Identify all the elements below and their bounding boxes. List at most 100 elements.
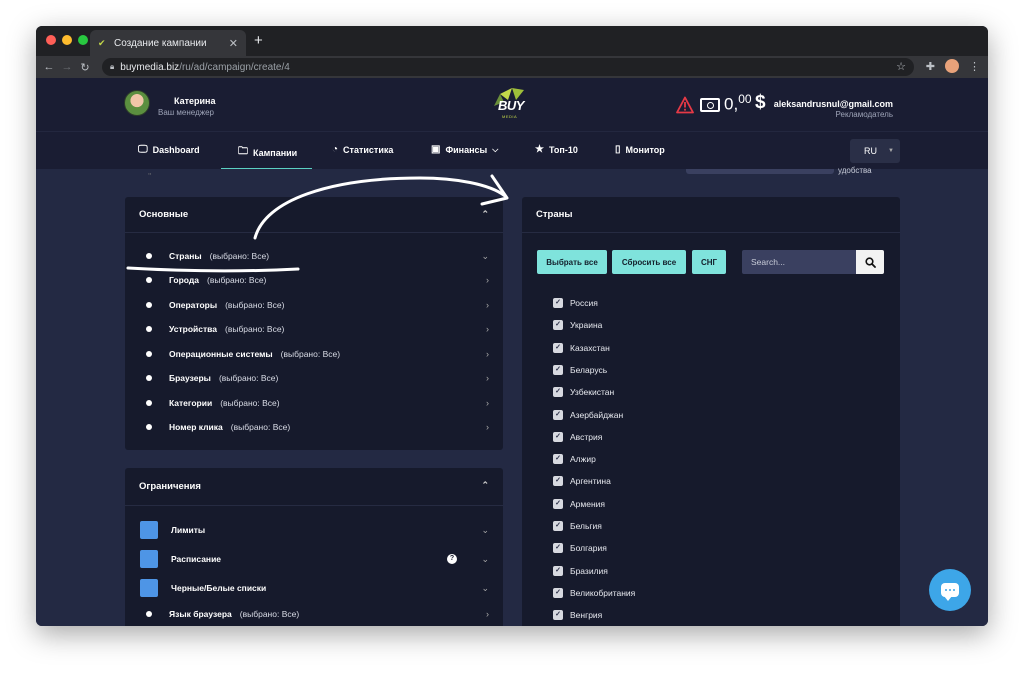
filter-name: Расписание	[171, 554, 222, 564]
country-item[interactable]: ✓ Аргентина	[553, 473, 611, 489]
nav-top10[interactable]: ★ Топ-10	[535, 144, 578, 155]
limit-browser-language[interactable]: Язык браузера (выбрано: Все) ›	[125, 602, 503, 626]
checkbox-checked-icon[interactable]: ✓	[553, 409, 563, 420]
limit-black-white-lists[interactable]: Черные/Белые списки ⌄	[125, 576, 503, 600]
maximize-window-button[interactable]	[78, 35, 88, 45]
buymedia-logo[interactable]: BUY MEDIA	[490, 86, 526, 124]
country-item[interactable]: ✓ Казахстан	[553, 340, 610, 356]
filter-browsers[interactable]: Браузеры (выбрано: Все) ›	[125, 366, 503, 390]
nav-statistics[interactable]: ◔ Статистика	[332, 144, 393, 155]
checkbox-checked-icon[interactable]: ✓	[553, 543, 563, 554]
reload-icon[interactable]: ↻	[76, 61, 94, 74]
chevron-right-icon[interactable]: ›	[486, 422, 489, 432]
checkbox-checked-icon[interactable]: ✓	[553, 431, 563, 442]
minimize-window-button[interactable]	[62, 35, 72, 45]
chevron-right-icon[interactable]: ›	[486, 398, 489, 408]
forward-icon[interactable]: →	[58, 61, 76, 73]
country-item[interactable]: ✓ Болгария	[553, 540, 607, 556]
filter-os[interactable]: Операционные системы (выбрано: Все) ›	[125, 342, 503, 366]
new-tab-button[interactable]: +	[254, 32, 263, 49]
filter-name: Лимиты	[171, 525, 206, 535]
checkbox-checked-icon[interactable]: ✓	[553, 387, 563, 398]
nav-finance[interactable]: ▣ Финансы ⌵	[431, 144, 498, 155]
url-field[interactable]: 🔒︎ buymedia.biz /ru/ad/campaign/create/4…	[102, 58, 914, 76]
select-all-button[interactable]: Выбрать все	[537, 250, 607, 274]
country-item[interactable]: ✓ Великобритания	[553, 585, 635, 601]
chevron-down-icon[interactable]: ⌄	[481, 525, 489, 536]
chevron-right-icon[interactable]: ›	[486, 609, 489, 619]
checkbox-checked-icon[interactable]: ✓	[553, 342, 563, 353]
country-label: Россия	[570, 298, 598, 308]
profile-avatar[interactable]	[945, 59, 959, 73]
filter-categories[interactable]: Категории (выбрано: Все) ›	[125, 391, 503, 415]
chevron-down-icon[interactable]: ⌄	[481, 251, 489, 262]
filter-operators[interactable]: Операторы (выбрано: Все) ›	[125, 293, 503, 317]
filter-name: Язык браузера	[169, 609, 232, 619]
chevron-right-icon[interactable]: ›	[486, 324, 489, 334]
checkbox-checked-icon[interactable]: ✓	[553, 587, 563, 598]
chevron-right-icon[interactable]: ›	[486, 373, 489, 383]
nav-campaigns[interactable]: 🗀︎ Кампании	[238, 144, 297, 161]
chevron-right-icon[interactable]: ›	[486, 275, 489, 285]
country-item[interactable]: ✓ Бельгия	[553, 518, 602, 534]
country-search-input[interactable]	[742, 250, 856, 274]
filter-countries[interactable]: Страны (выбрано: Все) ⌄	[125, 244, 503, 268]
checkbox-checked-icon[interactable]: ✓	[553, 298, 563, 308]
country-item[interactable]: ✓ Австрия	[553, 429, 602, 445]
country-item[interactable]: ✓ Азербайджан	[553, 407, 623, 423]
extensions-icon[interactable]: ✚	[926, 60, 935, 73]
checkbox-checked-icon[interactable]: ✓	[553, 364, 563, 375]
language-select[interactable]: RU ▼	[850, 139, 900, 163]
menu-dots-icon[interactable]: ⋮	[969, 60, 980, 73]
checkbox-checked-icon[interactable]: ✓	[553, 498, 563, 509]
filter-status: (выбрано: Все)	[230, 422, 291, 432]
help-icon[interactable]: ?	[447, 554, 457, 564]
checkbox-checked-icon[interactable]: ✓	[553, 521, 563, 531]
filter-devices[interactable]: Устройства (выбрано: Все) ›	[125, 317, 503, 341]
wallet-icon[interactable]	[700, 98, 720, 112]
back-icon[interactable]: ←	[40, 61, 58, 73]
chevron-up-icon[interactable]: ⌃	[481, 209, 489, 220]
filter-click-number[interactable]: Номер клика (выбрано: Все) ›	[125, 415, 503, 439]
filter-cities[interactable]: Города (выбрано: Все) ›	[125, 268, 503, 292]
checkbox-checked-icon[interactable]: ✓	[553, 565, 563, 576]
chevron-up-icon[interactable]: ⌃	[481, 480, 489, 491]
manager-avatar	[124, 90, 150, 116]
reset-all-button[interactable]: Сбросить все	[612, 250, 686, 274]
browser-tab[interactable]: ✔ Создание кампании ✕	[90, 30, 246, 56]
country-item[interactable]: ✓ Россия	[553, 295, 598, 311]
chevron-down-icon[interactable]: ⌄	[481, 554, 489, 565]
warning-icon[interactable]	[676, 96, 694, 114]
chevron-right-icon[interactable]: ›	[486, 300, 489, 310]
checkbox-checked-icon[interactable]: ✓	[553, 610, 563, 621]
tab-close-icon[interactable]: ✕	[229, 37, 238, 50]
search-button[interactable]	[856, 250, 884, 274]
country-item[interactable]: ✓ Венгрия	[553, 607, 602, 623]
country-item[interactable]: ✓ Алжир	[553, 451, 596, 467]
nav-dashboard[interactable]: 🖵︎ Dashboard	[138, 144, 200, 155]
account-email[interactable]: aleksandrusnul@gmail.com	[774, 99, 893, 109]
bullet-icon	[146, 326, 152, 332]
chevron-down-icon[interactable]: ⌄	[481, 583, 489, 594]
limit-limits[interactable]: Лимиты ⌄	[125, 518, 503, 542]
country-item[interactable]: ✓ Бразилия	[553, 563, 608, 579]
checkbox-checked-icon[interactable]: ✓	[553, 454, 563, 465]
nav-monitor[interactable]: ▯ Монитор	[615, 144, 665, 155]
cis-button[interactable]: СНГ	[692, 250, 726, 274]
country-item[interactable]: ✓ Армения	[553, 496, 605, 512]
country-item[interactable]: ✓ Украина	[553, 317, 602, 333]
country-item[interactable]: ✓ Узбекистан	[553, 384, 614, 400]
bookmark-star-icon[interactable]: ☆	[896, 60, 906, 73]
checkbox-checked-icon[interactable]: ✓	[553, 476, 563, 487]
country-item[interactable]: ✓ Беларусь	[553, 362, 607, 378]
chat-button[interactable]	[929, 569, 971, 611]
cut-off-input[interactable]	[686, 169, 834, 174]
checkbox-checked-icon[interactable]: ✓	[553, 320, 563, 331]
basic-panel-header[interactable]: Основные ⌃	[125, 197, 503, 233]
chevron-right-icon[interactable]: ›	[486, 349, 489, 359]
tab-title: Создание кампании	[114, 37, 207, 49]
country-label: Беларусь	[570, 364, 608, 375]
close-window-button[interactable]	[46, 35, 56, 45]
limit-schedule[interactable]: Расписание ? ⌄	[125, 547, 503, 571]
limits-panel-header[interactable]: Ограничения ⌃	[125, 468, 503, 506]
